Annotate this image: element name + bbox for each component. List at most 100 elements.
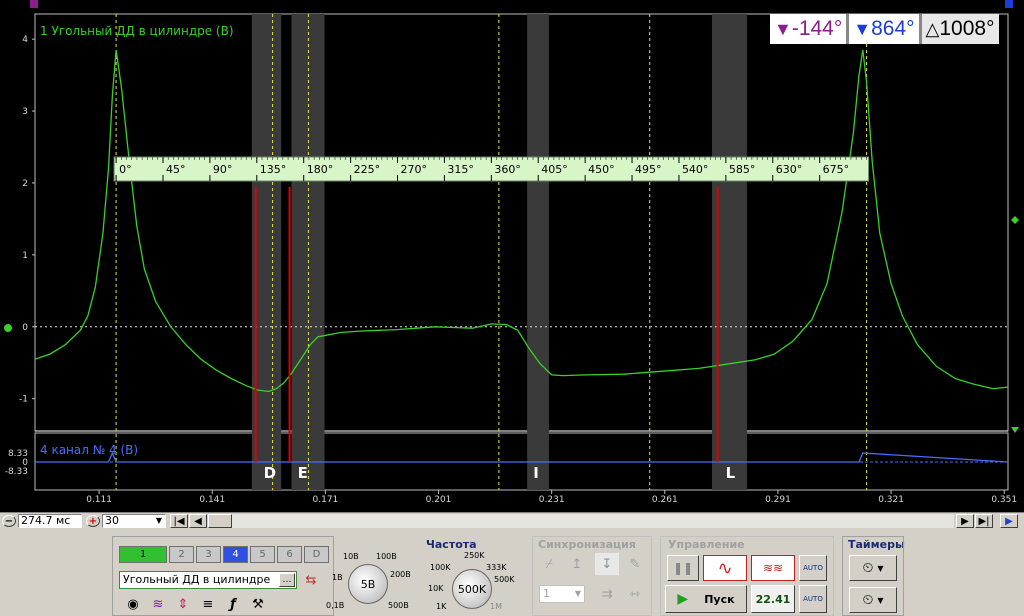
voltage-label-100: 100В bbox=[376, 552, 397, 561]
ruler-label: 360° bbox=[494, 163, 521, 176]
cursor-a-handle[interactable] bbox=[30, 0, 38, 8]
sync-level-icon[interactable]: ⇉ bbox=[595, 583, 619, 605]
channel-name-field[interactable]: Угольный ДД в цилиндре bbox=[119, 571, 297, 589]
cursor-b-handle[interactable] bbox=[1005, 0, 1013, 8]
shaded-band bbox=[527, 14, 549, 490]
zoom-plus-button[interactable]: + bbox=[86, 515, 100, 527]
chevron-down-icon: ▼ bbox=[155, 516, 162, 525]
scrollbar-thumb[interactable] bbox=[208, 514, 232, 528]
x-tick-label: 0.111 bbox=[86, 495, 112, 505]
scroll-right-button[interactable]: ▶ bbox=[956, 514, 974, 528]
trigger-manual-icon[interactable]: ✎ bbox=[623, 553, 647, 575]
trigger-arrow-marker[interactable] bbox=[1011, 427, 1019, 433]
oscilloscope-screen[interactable]: 4 3 2 1 0 -1 8.33 0 -8.33 0.111 0.141 0.171 0.201 0.2… bbox=[0, 0, 1024, 512]
cursor-b-angle: ▼ 864° bbox=[849, 14, 919, 44]
tools-icon[interactable]: ⚒ bbox=[246, 593, 270, 615]
marker-label-l: L bbox=[726, 464, 736, 482]
auto-mode-button[interactable]: AUTO bbox=[799, 555, 827, 581]
zoom-select[interactable]: 30 ▼ bbox=[102, 514, 166, 528]
frequency-knob-area: 250K 100K 333K 10K 500K 1K 1M 500K bbox=[424, 550, 520, 616]
sync-channel-select[interactable]: 1 ▼ bbox=[539, 585, 585, 603]
ruler-label: 540° bbox=[682, 163, 709, 176]
x-tick-label: 0.171 bbox=[313, 495, 339, 505]
control-group: ❚❚ ∿ ≋≋ AUTO ▶ Пуск 22.41 AUTO bbox=[660, 536, 834, 616]
voltage-knob[interactable]: 5В bbox=[348, 564, 388, 604]
marker-label-i: I bbox=[533, 464, 539, 482]
scroll-left-button[interactable]: ◀ bbox=[189, 514, 207, 528]
freq-label-100k: 100K bbox=[430, 563, 451, 572]
lines-icon[interactable]: ≡ bbox=[196, 593, 220, 615]
freq-label-500k: 500K bbox=[494, 575, 515, 584]
frequency-knob[interactable]: 500K bbox=[452, 569, 492, 609]
channel-button-6[interactable]: 6 bbox=[277, 546, 302, 563]
ruler-label: 45° bbox=[166, 163, 186, 176]
sync-center-icon[interactable]: ⇿ bbox=[623, 583, 647, 605]
delta-icon: △ bbox=[925, 18, 940, 39]
freq-label-10k: 10K bbox=[428, 584, 444, 593]
y-tick-label: 1 bbox=[22, 251, 28, 261]
eye-icon[interactable]: ◉ bbox=[121, 593, 145, 615]
channel-button-2[interactable]: 2 bbox=[169, 546, 194, 563]
freq-label-1k: 1K bbox=[436, 602, 447, 611]
ruler-label: 315° bbox=[447, 163, 474, 176]
continuous-sweep-button[interactable]: ≋≋ bbox=[751, 555, 795, 581]
voltage-label-1: 1В bbox=[332, 573, 343, 582]
channel1-waveform bbox=[34, 49, 1009, 393]
ruler-label: 405° bbox=[541, 163, 568, 176]
channel-name-more-button[interactable]: … bbox=[279, 573, 295, 587]
channel-swap-icon[interactable]: ⇆ bbox=[299, 569, 323, 591]
ruler-label: 225° bbox=[354, 163, 381, 176]
ch4-tick-label: -8.33 bbox=[5, 467, 28, 477]
voltage-label-10: 10В bbox=[343, 552, 359, 561]
ruler-label: 585° bbox=[729, 163, 756, 176]
trigger-edge-down-icon[interactable]: ↧ bbox=[595, 553, 619, 575]
start-button[interactable]: ▶ Пуск bbox=[665, 585, 747, 613]
trigger-rising-icon[interactable]: ⌿ bbox=[537, 553, 561, 575]
channel4-label: 4 канал № 4 (В) bbox=[40, 443, 138, 457]
ruler-label: 675° bbox=[823, 163, 850, 176]
freq-label-1m: 1M bbox=[490, 602, 502, 611]
ruler-label: 495° bbox=[635, 163, 662, 176]
oscilloscope-chart[interactable]: 43210-18.330-8.330.111 0.141 0.171 0.201 0.2… bbox=[0, 0, 1024, 512]
ruler-label: 135° bbox=[260, 163, 287, 176]
channel1-offset-marker[interactable] bbox=[4, 324, 12, 332]
voltage-label-01: 0,1В bbox=[326, 601, 345, 610]
ruler-label: 0° bbox=[119, 163, 132, 176]
ruler-label: 180° bbox=[307, 163, 334, 176]
x-tick-label: 0.321 bbox=[878, 495, 904, 505]
filter-cursor-icon: ▼ bbox=[774, 18, 792, 39]
timer-start-button[interactable]: ⏲ ▼ bbox=[849, 555, 897, 581]
trigger-edge-up-icon[interactable]: ↥ bbox=[565, 553, 589, 575]
x-tick-label: 0.201 bbox=[426, 495, 452, 505]
vertical-scale-icon[interactable]: ⇕ bbox=[171, 593, 195, 615]
function-icon[interactable]: ƒ bbox=[221, 593, 245, 615]
channel-button-1[interactable]: 1 bbox=[119, 546, 167, 563]
timebase-field[interactable]: 274.7 мс bbox=[18, 514, 82, 528]
scroll-first-button[interactable]: |◀ bbox=[170, 514, 188, 528]
counter-display: 22.41 bbox=[751, 585, 795, 613]
pause-button[interactable]: ❚❚ bbox=[667, 555, 699, 581]
x-tick-label: 0.351 bbox=[991, 495, 1017, 505]
x-tick-label: 0.291 bbox=[765, 495, 791, 505]
cursor-a-angle: ▼ -144° bbox=[770, 14, 847, 44]
channels-group: 1 2 3 4 5 6 D Угольный ДД в цилиндре … ⇆… bbox=[112, 536, 334, 616]
waveform-icon[interactable]: ≋ bbox=[146, 593, 170, 615]
freq-label-250k: 250K bbox=[464, 551, 485, 560]
channel-button-4[interactable]: 4 bbox=[223, 546, 248, 563]
voltage-knob-area: 10В 100В 1В 200В 0,1В 500В 5В bbox=[322, 550, 412, 616]
timer-stop-button[interactable]: ⏲ ▼ bbox=[849, 587, 897, 613]
single-sweep-button[interactable]: ∿ bbox=[703, 555, 747, 581]
channel-button-3[interactable]: 3 bbox=[196, 546, 221, 563]
channel-button-5[interactable]: 5 bbox=[250, 546, 275, 563]
scrollbar-track[interactable] bbox=[208, 514, 954, 528]
chevron-down-icon: ▼ bbox=[574, 589, 581, 598]
scroll-last-button[interactable]: ▶| bbox=[975, 514, 993, 528]
trigger-level-marker[interactable] bbox=[1011, 216, 1019, 224]
chevron-down-icon: ▼ bbox=[877, 595, 884, 605]
scroll-status-row: − 274.7 мс + 30 ▼ |◀ ◀ ▶ ▶| ▶ bbox=[0, 512, 1024, 529]
timebase-minus-button[interactable]: − bbox=[2, 515, 16, 527]
scroll-play-button[interactable]: ▶ bbox=[1000, 514, 1018, 528]
timers-group: ⏲ ▼ ⏲ ▼ bbox=[842, 536, 904, 616]
y-tick-label: 3 bbox=[22, 107, 28, 117]
auto-run-button[interactable]: AUTO bbox=[799, 585, 827, 613]
